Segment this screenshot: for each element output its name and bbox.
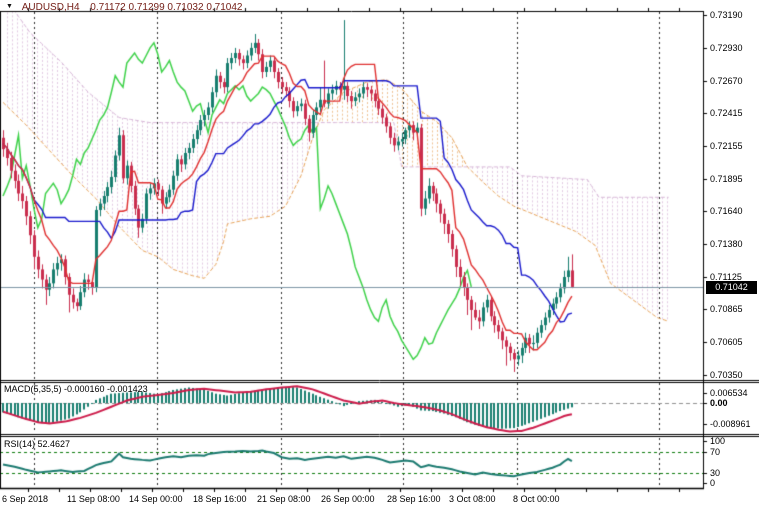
macd-axis-label: 0.00	[710, 398, 728, 408]
time-axis-label: 11 Sep 08:00	[67, 494, 120, 504]
time-axis-label: 8 Oct 00:00	[513, 494, 560, 504]
time-axis-label: 28 Sep 16:00	[387, 494, 441, 504]
current-price-badge: 0.71042	[706, 281, 757, 294]
rsi-axis-label: 100	[710, 436, 725, 446]
chart-title-row: ▼ AUDUSD,H4 0.71172 0.71299 0.71032 0.71…	[4, 2, 242, 14]
time-axis-label: 18 Sep 16:00	[193, 494, 247, 504]
price-axis-label: 0.71895	[710, 174, 743, 184]
price-axis-label: 0.72930	[710, 43, 743, 53]
macd-indicator-label: MACD(5,35,5) -0.000160 -0.001423	[4, 384, 148, 394]
macd-axis-label: 0.006534	[710, 388, 748, 398]
price-axis-label: 0.71380	[710, 239, 743, 249]
chart-canvas[interactable]	[0, 0, 759, 511]
symbol-period-label: AUDUSD,H4	[22, 2, 80, 13]
time-axis-label: 3 Oct 08:00	[449, 494, 496, 504]
price-axis-label: 0.72670	[710, 76, 743, 86]
time-axis-label: 26 Sep 00:00	[321, 494, 375, 504]
time-axis-label: 6 Sep 2018	[2, 494, 48, 504]
rsi-axis-label: 30	[710, 468, 720, 478]
macd-axis-label: -0.008961	[710, 419, 751, 429]
symbol-dropdown-icon[interactable]: ▼	[6, 3, 13, 10]
price-axis-label: 0.73190	[710, 10, 743, 20]
time-axis-label: 21 Sep 08:00	[257, 494, 311, 504]
ohlc-values-label: 0.71172 0.71299 0.71032 0.71042	[90, 2, 242, 13]
time-axis-label: 14 Sep 00:00	[129, 494, 183, 504]
price-axis-label: 0.70605	[710, 337, 743, 347]
price-axis-label: 0.71640	[710, 206, 743, 216]
rsi-axis-label: 0	[710, 478, 715, 488]
price-axis-label: 0.72155	[710, 141, 743, 151]
chart-window: ▼ AUDUSD,H4 0.71172 0.71299 0.71032 0.71…	[0, 0, 759, 511]
rsi-axis-label: 70	[710, 447, 720, 457]
rsi-indicator-label: RSI(14) 52.4627	[4, 439, 70, 449]
price-axis-label: 0.72415	[710, 108, 743, 118]
price-axis-label: 0.70350	[710, 370, 743, 380]
price-axis-label: 0.70865	[710, 304, 743, 314]
